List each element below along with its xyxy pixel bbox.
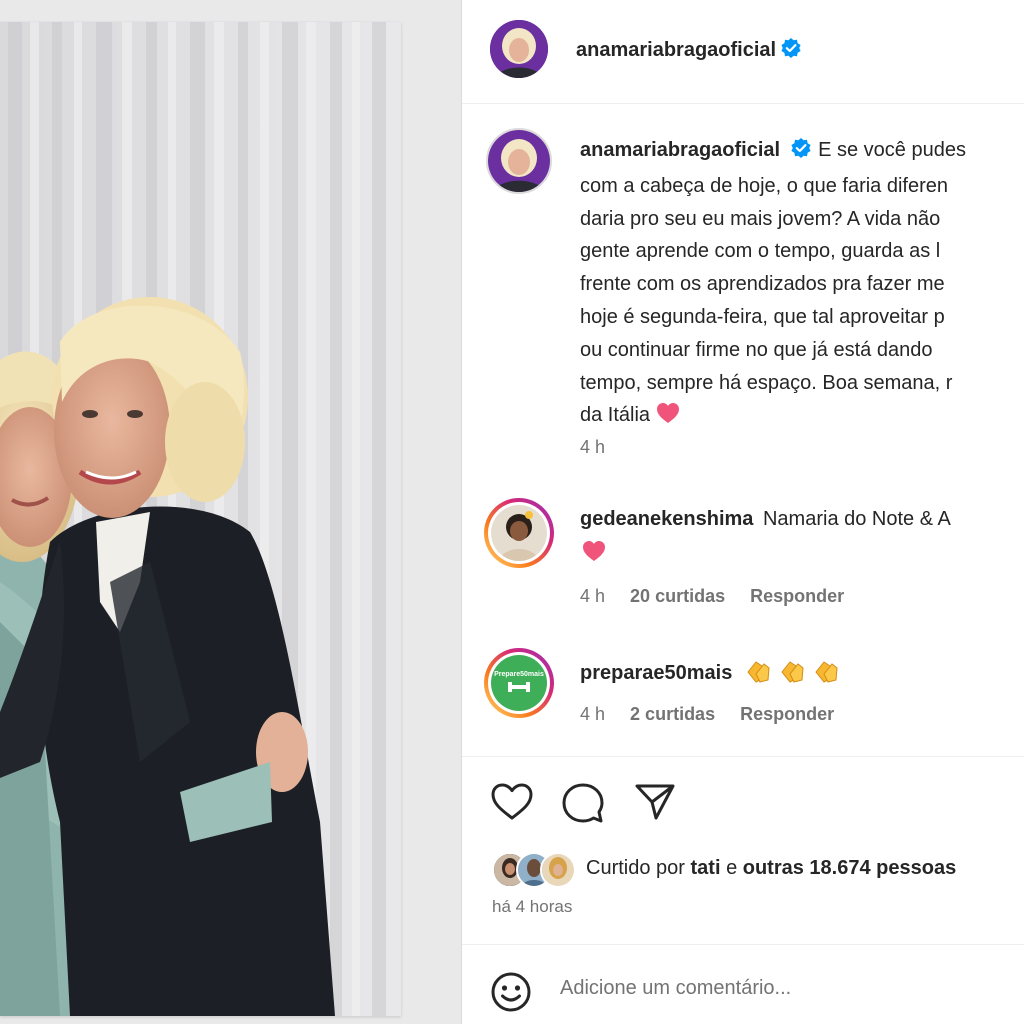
comment-meta: 4 h 2 curtidas Responder — [580, 704, 854, 725]
post-caption: anamariabragaoficial E se você pudes com … — [580, 134, 1024, 435]
verified-badge-icon — [790, 137, 812, 170]
comment-input[interactable] — [560, 977, 1000, 1000]
reply-button[interactable]: Responder — [740, 704, 834, 724]
heart-outline-icon[interactable] — [490, 782, 534, 827]
pink-heart-emoji-icon — [656, 402, 680, 435]
caption-meta: 4 h — [580, 437, 625, 458]
author-username[interactable]: anamariabragaoficial — [576, 39, 776, 61]
commenter-username[interactable]: preparae50mais — [580, 662, 732, 684]
smiley-icon[interactable] — [490, 971, 532, 1018]
post-timestamp[interactable]: há 4 horas — [492, 897, 572, 917]
likes-others-link[interactable]: outras 18.674 pessoas — [743, 857, 956, 879]
pink-heart-emoji-icon — [582, 540, 606, 567]
comment-text: Namaria do Note & A — [762, 508, 951, 530]
clapping-hands-emoji-icons — [744, 661, 840, 684]
caption-line: tempo, sempre há espaço. Boa semana, r — [580, 371, 953, 394]
comment-likes-count[interactable]: 20 curtidas — [630, 586, 725, 606]
commenter-avatar[interactable]: Prepare50mais — [484, 648, 554, 718]
commenter-avatar[interactable] — [484, 498, 554, 568]
header-author: anamariabragaoficial — [576, 37, 802, 64]
likes-text: Curtido por tati e outras 18.674 pessoas — [586, 857, 956, 880]
comment-time[interactable]: 4 h — [580, 586, 605, 606]
add-comment-bar — [462, 944, 1024, 1024]
verified-badge-icon — [780, 37, 802, 64]
post-photo[interactable] — [0, 22, 401, 1016]
caption-time[interactable]: 4 h — [580, 437, 605, 457]
caption-line: ou continuar firme no que já está dando — [580, 338, 933, 361]
action-bar — [462, 756, 1024, 757]
paper-plane-icon[interactable] — [634, 782, 676, 827]
liker-avatar[interactable] — [540, 852, 576, 888]
liker-username[interactable]: tati — [691, 857, 721, 879]
comment-body: gedeanekenshima Namaria do Note & A — [580, 508, 951, 531]
caption-line: com a cabeça de hoje, o que faria difere… — [580, 174, 949, 197]
caption-line: frente com os aprendizados pra fazer me — [580, 273, 945, 296]
caption-username[interactable]: anamariabragaoficial — [580, 139, 780, 161]
speech-bubble-icon[interactable] — [562, 782, 604, 829]
caption-line: gente aprende com o tempo, guarda as l — [580, 240, 941, 263]
author-avatar[interactable] — [490, 20, 548, 78]
caption-line: hoje é segunda-feira, que tal aproveitar… — [580, 305, 945, 328]
reply-button[interactable]: Responder — [750, 586, 844, 606]
comment-body: preparae50mais — [580, 658, 840, 685]
caption-line: E se você pudes — [818, 139, 966, 161]
caption-author-avatar[interactable] — [486, 128, 552, 194]
likes-connector: e — [726, 857, 738, 879]
comment-meta: 4 h 20 curtidas Responder — [580, 586, 864, 607]
commenter-username[interactable]: gedeanekenshima — [580, 508, 753, 530]
post-media-panel — [0, 0, 461, 1024]
comment-time[interactable]: 4 h — [580, 704, 605, 724]
caption-line: da Itália — [580, 404, 651, 427]
caption-line: daria pro seu eu mais jovem? A vida não — [580, 207, 941, 230]
likes-prefix: Curtido por — [586, 857, 685, 879]
post-header: anamariabragaoficial — [462, 0, 1024, 104]
post-side-panel: anamariabragaoficial anamariabragaoficia… — [461, 0, 1024, 1024]
comment-likes-count[interactable]: 2 curtidas — [630, 704, 715, 724]
